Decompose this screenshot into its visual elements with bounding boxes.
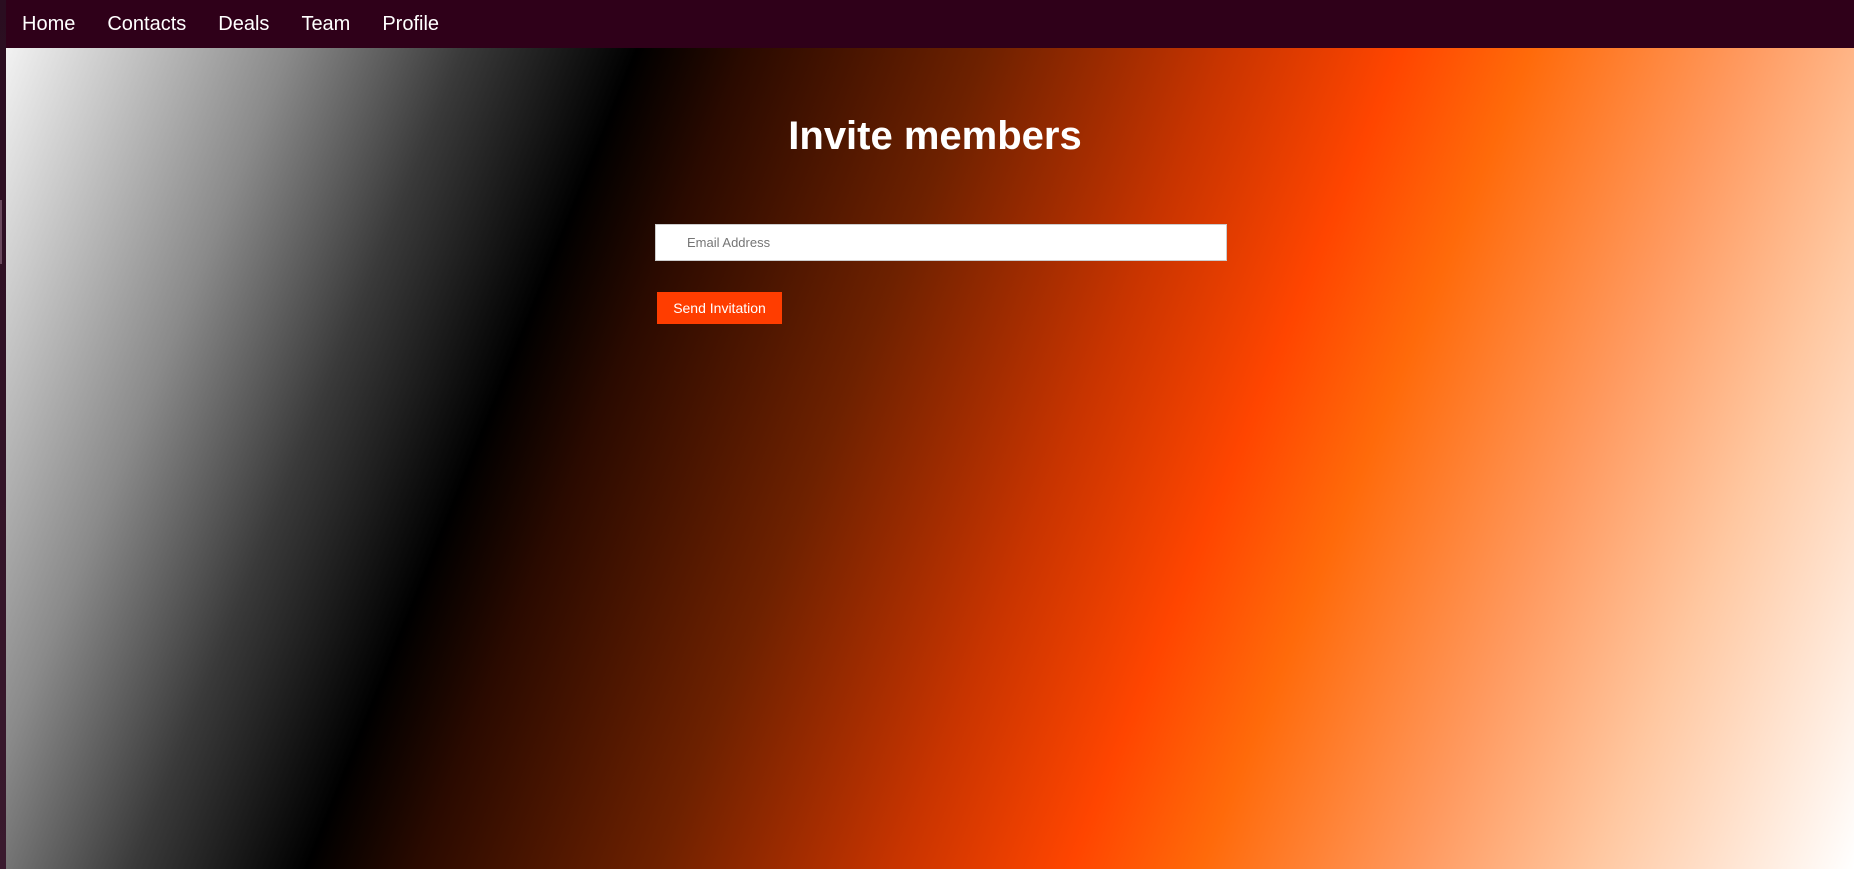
nav-link-deals[interactable]: Deals: [218, 2, 269, 46]
nav-link-contacts[interactable]: Contacts: [107, 2, 186, 46]
invite-section: Invite members Send Invitation: [6, 48, 1854, 869]
nav-link-profile[interactable]: Profile: [382, 2, 439, 46]
email-field[interactable]: [655, 224, 1227, 261]
page-title: Invite members: [788, 114, 1082, 158]
edge-handle: [0, 200, 2, 264]
send-invitation-button[interactable]: Send Invitation: [657, 292, 782, 324]
top-navbar: Home Contacts Deals Team Profile: [6, 0, 1854, 48]
nav-link-team[interactable]: Team: [301, 2, 350, 46]
nav-link-home[interactable]: Home: [22, 2, 75, 46]
